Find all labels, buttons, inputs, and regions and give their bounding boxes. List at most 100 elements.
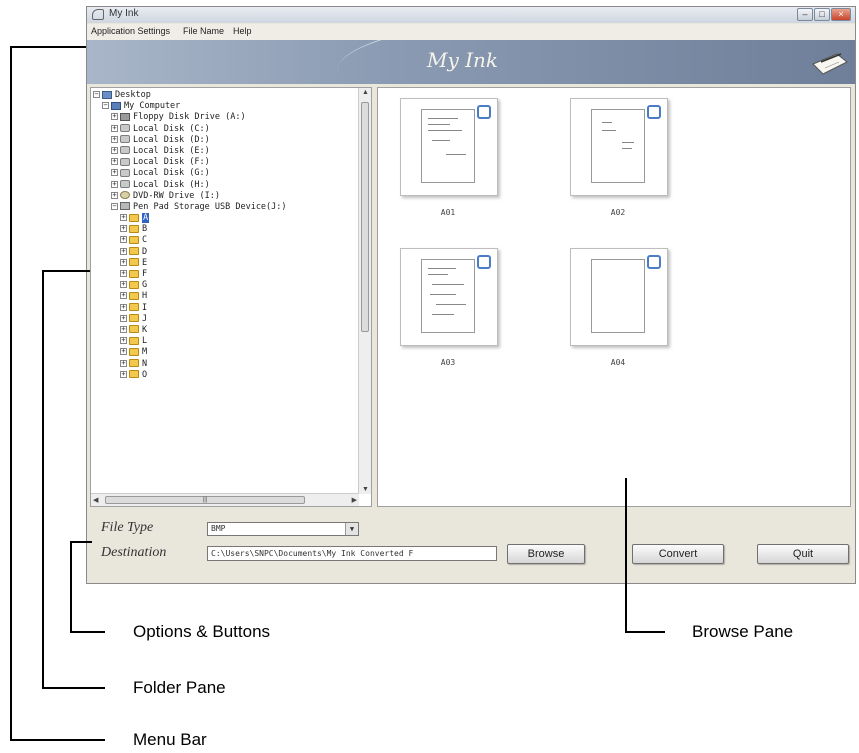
collapse-icon[interactable]: − xyxy=(111,202,118,210)
collapse-icon[interactable]: − xyxy=(102,102,109,110)
expand-icon[interactable]: + xyxy=(120,325,127,333)
tree-item[interactable]: + B xyxy=(93,224,287,235)
maximize-button[interactable]: □ xyxy=(814,8,830,21)
tree-item-label: Local Disk (D:) xyxy=(133,134,210,145)
tree-item[interactable]: + Local Disk (C:) xyxy=(93,124,287,135)
expand-icon[interactable]: + xyxy=(111,135,118,143)
expand-icon[interactable]: + xyxy=(120,214,127,222)
title-bar[interactable]: My Ink – □ × xyxy=(87,7,855,23)
expand-icon[interactable]: + xyxy=(120,281,127,289)
tree-item-label: Local Disk (C:) xyxy=(133,123,210,134)
thumbnail-a01[interactable] xyxy=(400,98,498,196)
vertical-scroll-thumb[interactable] xyxy=(361,102,369,332)
options-and-buttons: File Type BMP ▼ Destination C:\Users\SNP… xyxy=(87,512,855,582)
tree-item-label: Desktop xyxy=(115,90,151,100)
expand-icon[interactable]: + xyxy=(120,370,127,378)
scroll-down-arrow-icon[interactable]: ▼ xyxy=(362,486,369,493)
horizontal-scroll-thumb[interactable]: ||| xyxy=(105,496,305,504)
browse-pane-callout-line xyxy=(625,631,665,633)
quit-button[interactable]: Quit xyxy=(757,544,849,564)
tree-item[interactable]: + J xyxy=(93,314,287,325)
tree-item[interactable]: + Local Disk (D:) xyxy=(93,135,287,146)
tree-item[interactable]: + L xyxy=(93,336,287,347)
expand-icon[interactable]: + xyxy=(120,247,127,255)
tree-item[interactable]: − Pen Pad Storage USB Device(J:) xyxy=(93,202,287,213)
tree-item[interactable]: + E xyxy=(93,258,287,269)
tree-item-label: M xyxy=(142,347,148,358)
vertical-scrollbar[interactable]: ▲ ▼ xyxy=(358,88,371,494)
expand-icon[interactable]: + xyxy=(111,169,118,177)
scroll-right-arrow-icon[interactable]: ▶ xyxy=(352,496,357,504)
folder-icon xyxy=(129,224,139,233)
page-preview xyxy=(591,259,645,333)
folder-pane[interactable]: − Desktop − My Computer + Floppy Disk Drive (… xyxy=(90,87,372,507)
tree-item[interactable]: + Local Disk (F:) xyxy=(93,157,287,168)
tree-item[interactable]: + O xyxy=(93,370,287,381)
dropdown-arrow-icon[interactable]: ▼ xyxy=(345,523,358,535)
expand-icon[interactable]: + xyxy=(120,303,127,311)
tree-item[interactable]: + H xyxy=(93,291,287,302)
expand-icon[interactable]: + xyxy=(120,236,127,244)
tree-item[interactable]: + Local Disk (G:) xyxy=(93,168,287,179)
scroll-left-arrow-icon[interactable]: ◀ xyxy=(93,496,98,504)
tree-item[interactable]: − My Computer xyxy=(93,101,287,112)
tree-item[interactable]: + DVD-RW Drive (I:) xyxy=(93,191,287,202)
select-checkbox[interactable] xyxy=(477,255,491,269)
expand-icon[interactable]: + xyxy=(120,337,127,345)
expand-icon[interactable]: + xyxy=(111,180,118,188)
tree-item[interactable]: + G xyxy=(93,280,287,291)
expand-icon[interactable]: + xyxy=(111,191,118,199)
tree-item[interactable]: + C xyxy=(93,235,287,246)
tree-item[interactable]: − Desktop xyxy=(93,90,287,101)
destination-input[interactable]: C:\Users\SNPC\Documents\My Ink Converted… xyxy=(207,546,497,561)
menu-file-name[interactable]: File Name xyxy=(183,26,224,36)
thumbnail-a04[interactable] xyxy=(570,248,668,346)
tree-item[interactable]: + M xyxy=(93,347,287,358)
tree-item-label: J xyxy=(142,313,148,324)
tree-item[interactable]: + F xyxy=(93,269,287,280)
dvd-icon xyxy=(120,191,130,200)
tree-item[interactable]: + K xyxy=(93,325,287,336)
menu-bar-callout-line xyxy=(10,46,12,741)
expand-icon[interactable]: + xyxy=(120,258,127,266)
expand-icon[interactable]: + xyxy=(120,225,127,233)
select-checkbox[interactable] xyxy=(647,255,661,269)
tree-item[interactable]: + I xyxy=(93,303,287,314)
banner-title: My Ink xyxy=(427,48,499,72)
expand-icon[interactable]: + xyxy=(120,359,127,367)
close-button[interactable]: × xyxy=(831,8,851,21)
browse-pane[interactable]: A01 A02 A03 A04 xyxy=(377,87,851,507)
menu-help[interactable]: Help xyxy=(233,26,252,36)
select-checkbox[interactable] xyxy=(477,105,491,119)
expand-icon[interactable]: + xyxy=(120,314,127,322)
expand-icon[interactable]: + xyxy=(111,158,118,166)
expand-icon[interactable]: + xyxy=(120,270,127,277)
options-callout-line xyxy=(70,541,92,543)
menu-application-settings[interactable]: Application Settings xyxy=(91,26,170,36)
collapse-icon[interactable]: − xyxy=(93,91,100,98)
convert-button[interactable]: Convert xyxy=(632,544,724,564)
browse-button[interactable]: Browse xyxy=(507,544,585,564)
minimize-button[interactable]: – xyxy=(797,8,813,21)
expand-icon[interactable]: + xyxy=(120,348,127,356)
select-checkbox[interactable] xyxy=(647,105,661,119)
page-preview xyxy=(591,109,645,183)
drive-icon xyxy=(120,124,130,133)
tree-item[interactable]: + Local Disk (H:) xyxy=(93,180,287,191)
horizontal-scrollbar[interactable]: ◀ ||| ▶ xyxy=(91,493,359,506)
thumbnail-a02[interactable] xyxy=(570,98,668,196)
expand-icon[interactable]: + xyxy=(111,146,118,154)
file-type-select[interactable]: BMP ▼ xyxy=(207,522,359,536)
folder-icon xyxy=(129,370,139,379)
scroll-up-arrow-icon[interactable]: ▲ xyxy=(362,89,369,96)
app-icon xyxy=(92,9,104,20)
expand-icon[interactable]: + xyxy=(120,292,127,300)
expand-icon[interactable]: + xyxy=(111,113,118,121)
tree-item[interactable]: + N xyxy=(93,359,287,370)
tree-item[interactable]: + D xyxy=(93,247,287,258)
tree-item[interactable]: + A xyxy=(93,213,287,224)
tree-item[interactable]: + Floppy Disk Drive (A:) xyxy=(93,112,287,123)
expand-icon[interactable]: + xyxy=(111,124,118,132)
tree-item[interactable]: + Local Disk (E:) xyxy=(93,146,287,157)
thumbnail-a03[interactable] xyxy=(400,248,498,346)
